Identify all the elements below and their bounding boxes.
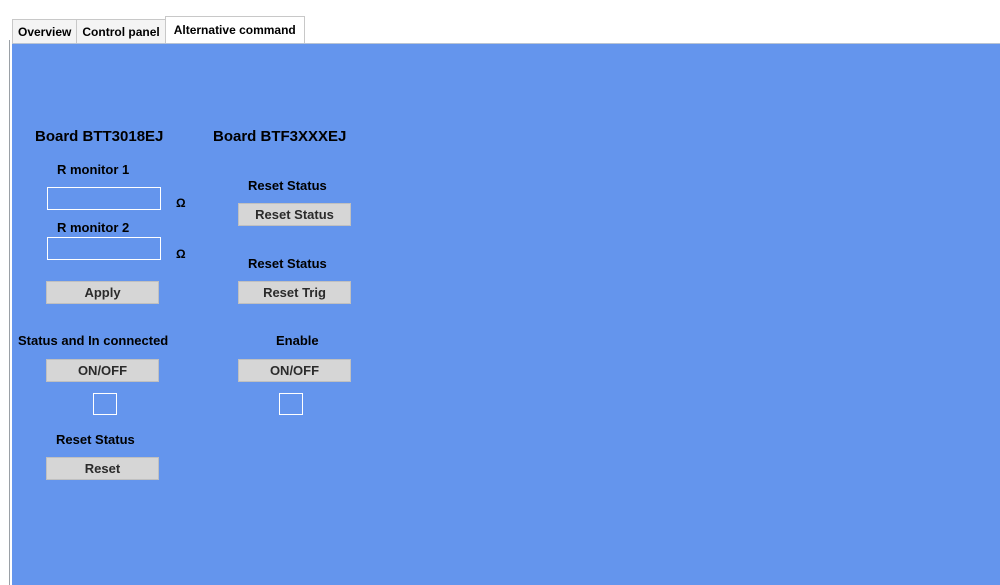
r-monitor-2-input[interactable] (47, 237, 161, 260)
status-in-connected-label: Status and In connected (18, 333, 169, 348)
reset-button[interactable]: Reset (46, 457, 159, 480)
tab-control-panel[interactable]: Control panel (76, 19, 166, 43)
tab-overview[interactable]: Overview (12, 19, 78, 43)
enable-label: Enable (276, 333, 319, 348)
apply-button[interactable]: Apply (46, 281, 159, 304)
status-onoff-button[interactable]: ON/OFF (46, 359, 159, 382)
r-monitor-1-input[interactable] (47, 187, 161, 210)
window-left-border (9, 40, 10, 585)
r-monitor-2-unit: Ω (176, 247, 186, 261)
tab-alternative-command[interactable]: Alternative command (164, 16, 305, 43)
status-in-connected-checkbox[interactable] (93, 393, 117, 415)
tab-strip: Overview Control panel Alternative comma… (12, 16, 305, 43)
r-monitor-1-label: R monitor 1 (57, 162, 130, 177)
reset-status-button[interactable]: Reset Status (238, 203, 351, 226)
enable-checkbox[interactable] (279, 393, 303, 415)
reset-status-label-right-1: Reset Status (248, 178, 327, 193)
board-btt3018ej-title: Board BTT3018EJ (35, 128, 164, 145)
board-btf3xxxej-title: Board BTF3XXXEJ (213, 128, 347, 145)
r-monitor-1-unit: Ω (176, 196, 186, 210)
reset-status-label-left: Reset Status (56, 432, 135, 447)
alternative-command-page: Board BTT3018EJ R monitor 1 Ω R monitor … (12, 43, 1000, 585)
app-window: Overview Control panel Alternative comma… (0, 0, 1000, 585)
reset-trig-button[interactable]: Reset Trig (238, 281, 351, 304)
reset-status-label-right-2: Reset Status (248, 256, 327, 271)
enable-onoff-button[interactable]: ON/OFF (238, 359, 351, 382)
r-monitor-2-label: R monitor 2 (57, 220, 130, 235)
